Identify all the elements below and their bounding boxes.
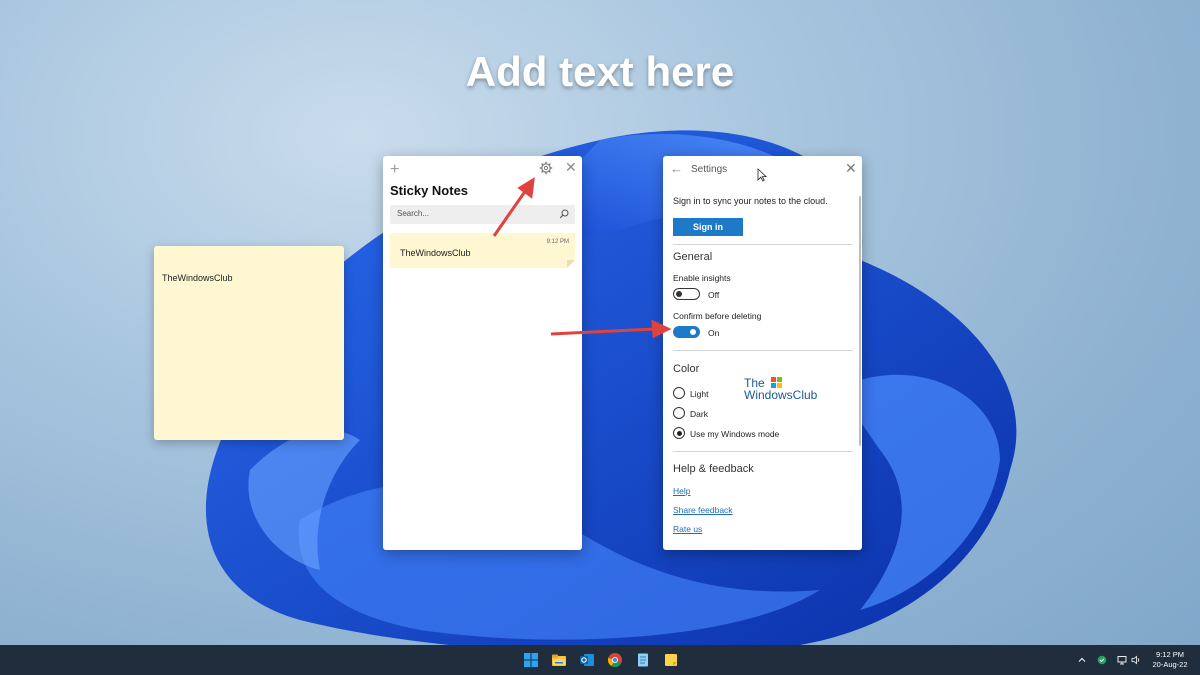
enable-insights-label: Enable insights	[673, 273, 731, 283]
share-feedback-link[interactable]: Share feedback	[673, 505, 733, 515]
radio-light-label: Light	[690, 389, 709, 399]
rate-us-link[interactable]: Rate us	[673, 524, 702, 534]
watermark-line2: WindowsClub	[744, 388, 818, 402]
chevron-up-icon[interactable]	[1077, 655, 1087, 665]
sticky-notes-icon[interactable]	[663, 652, 679, 668]
volume-icon[interactable]	[1131, 655, 1141, 665]
search-input[interactable]: Search...	[390, 205, 575, 224]
taskbar: 9:12 PM 20-Aug-22	[0, 645, 1200, 675]
radio-dark[interactable]	[673, 407, 685, 419]
enable-insights-state: Off	[708, 290, 720, 300]
notepad-icon[interactable]	[635, 652, 651, 668]
radio-windows-mode-label: Use my Windows mode	[690, 429, 780, 439]
list-item[interactable]: 9:12 PM TheWindowsClub	[390, 233, 575, 268]
mouse-cursor-icon	[757, 168, 767, 182]
divider	[673, 350, 853, 351]
clock-time: 9:12 PM	[1156, 650, 1184, 659]
app-title: Sticky Notes	[390, 183, 469, 198]
search-icon[interactable]	[559, 209, 569, 219]
network-icon[interactable]	[1117, 655, 1127, 665]
windows-logo-icon	[771, 377, 783, 388]
security-icon[interactable]	[1097, 655, 1107, 665]
radio-windows-mode[interactable]	[673, 427, 685, 439]
confirm-delete-state: On	[708, 328, 720, 338]
start-icon[interactable]	[523, 652, 539, 668]
sync-message: Sign in to sync your notes to the cloud.	[673, 196, 828, 206]
chrome-icon[interactable]	[607, 652, 623, 668]
confirm-delete-toggle[interactable]	[673, 326, 700, 338]
help-link[interactable]: Help	[673, 486, 690, 496]
radio-dark-label: Dark	[690, 409, 708, 419]
section-help-heading: Help & feedback	[673, 463, 754, 475]
settings-scrollbar[interactable]	[859, 196, 861, 446]
file-explorer-icon[interactable]	[551, 652, 567, 668]
divider	[673, 244, 853, 245]
sticky-notes-window: + ✕ Sticky Notes Search... 9:12 PM TheWi…	[383, 156, 582, 550]
headline-text: Add text here	[465, 48, 735, 95]
note-time: 9:12 PM	[546, 239, 569, 245]
note-corner-fold	[567, 260, 575, 268]
close-icon[interactable]: ✕	[845, 160, 857, 177]
gear-icon[interactable]	[539, 161, 553, 175]
section-general-heading: General	[673, 251, 713, 263]
enable-insights-toggle[interactable]	[673, 288, 700, 300]
sticky-note-text[interactable]: TheWindowsClub	[162, 273, 233, 283]
back-arrow-icon[interactable]: ←	[670, 161, 683, 176]
confirm-delete-label: Confirm before deleting	[673, 311, 762, 321]
clock-date: 20-Aug-22	[1152, 660, 1188, 669]
outlook-icon[interactable]	[579, 652, 595, 668]
sign-in-button[interactable]: Sign in	[673, 218, 743, 236]
note-title: TheWindowsClub	[400, 248, 471, 258]
settings-title: Settings	[691, 164, 728, 175]
radio-light[interactable]	[673, 387, 685, 399]
plus-icon[interactable]: +	[390, 161, 399, 179]
close-icon[interactable]: ✕	[565, 159, 577, 176]
settings-window: ← Settings ✕ Sign in to sync your notes …	[663, 156, 862, 550]
search-placeholder: Search...	[397, 209, 430, 218]
taskbar-clock[interactable]: 9:12 PM 20-Aug-22	[1148, 650, 1192, 670]
sticky-note[interactable]: TheWindowsClub	[154, 246, 344, 440]
watermark-logo: The WindowsClub	[744, 377, 817, 401]
section-color-heading: Color	[673, 363, 700, 375]
divider	[673, 451, 853, 452]
